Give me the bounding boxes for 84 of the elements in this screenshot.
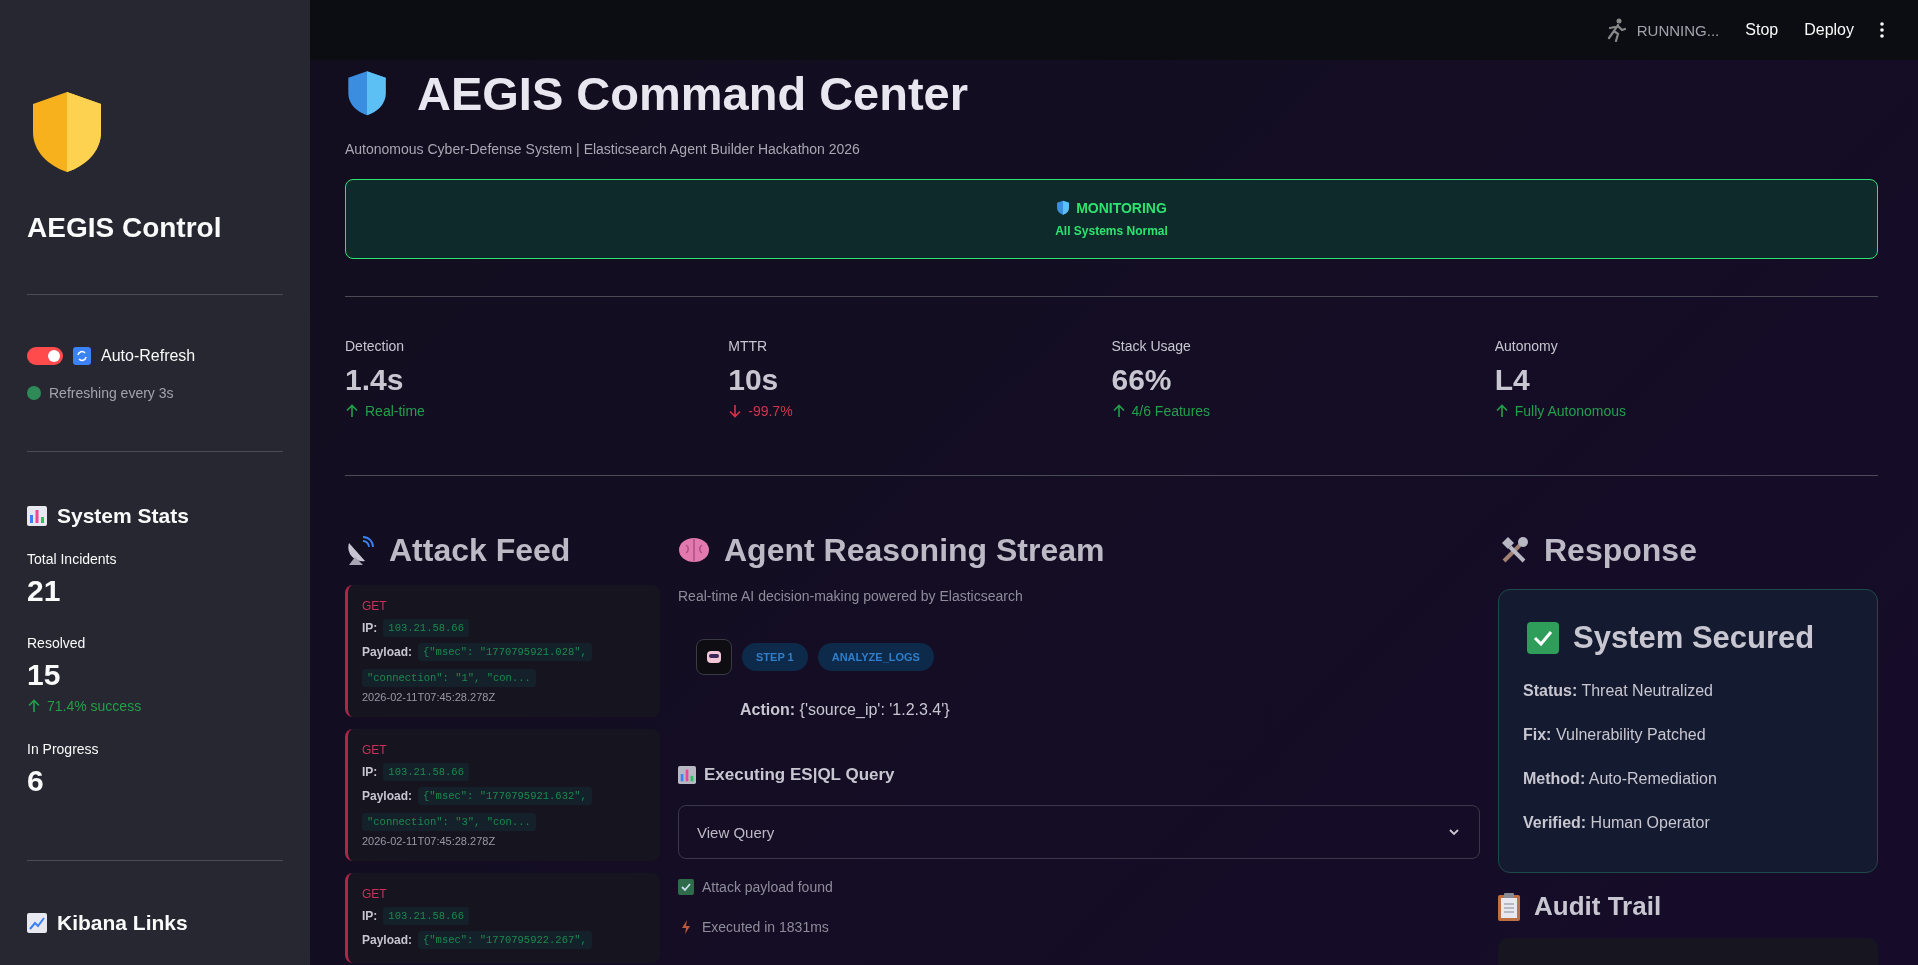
section-heading: System Stats [57, 504, 189, 528]
result-text: Executed in 1831ms [702, 919, 829, 935]
metric-value: 66% [1111, 363, 1173, 397]
metric-delta: 4/6 Features [1131, 403, 1211, 419]
card-title: System Secured [1573, 620, 1815, 656]
metric-label: Autonomy [1494, 338, 1558, 354]
ip-label: IP: [362, 621, 378, 635]
section-heading: Attack Feed [389, 532, 571, 569]
bar-chart-icon [678, 766, 696, 784]
auto-refresh-toggle[interactable] [27, 347, 63, 365]
arrow-down-icon [728, 404, 743, 418]
metric-delta: Fully Autonomous [1514, 403, 1627, 419]
stop-button[interactable]: Stop [1745, 17, 1779, 43]
refresh-status: Refreshing every 3s [49, 385, 174, 401]
metric-delta: Real-time [365, 403, 425, 419]
stat-value: 21 [27, 574, 62, 608]
arrow-up-icon [1494, 404, 1509, 418]
payload-label: Payload: [362, 645, 412, 659]
metric-value: 10s [728, 363, 780, 397]
response-detail: Status: Threat Neutralized [1523, 682, 1714, 700]
payload-code: "connection": "1", "con... [362, 669, 536, 687]
shield-icon [345, 69, 389, 118]
section-heading: Response [1544, 532, 1697, 569]
section-heading: Kibana Links [57, 911, 188, 935]
refresh-icon [73, 347, 91, 365]
payload-code: "connection": "3", "con... [362, 813, 536, 831]
running-status: RUNNING... [1636, 21, 1720, 39]
http-method: GET [362, 887, 388, 901]
step-badge: STEP 1 [742, 643, 808, 671]
more-menu-icon[interactable] [1880, 22, 1884, 38]
arrow-up-icon [27, 699, 41, 713]
ip-address: 103.21.58.66 [383, 907, 469, 925]
payload-code: {"msec": "1770795921.028", [418, 643, 592, 661]
response-detail: Method: Auto-Remediation [1523, 770, 1718, 788]
bar-chart-icon [27, 506, 47, 526]
subsection-heading: Executing ES|QL Query [704, 765, 895, 785]
metric-label: Stack Usage [1111, 338, 1191, 354]
ip-label: IP: [362, 765, 378, 779]
event-timestamp: 2026-02-11T07:45:28.278Z [362, 835, 497, 847]
clipboard-icon [1498, 892, 1520, 921]
http-method: GET [362, 743, 388, 757]
stat-value: 6 [27, 764, 45, 798]
view-query-expander[interactable]: View Query [678, 805, 1480, 859]
arrow-up-icon [345, 404, 359, 418]
auto-refresh-label: Auto-Refresh [101, 347, 196, 365]
deploy-button[interactable]: Deploy [1804, 17, 1854, 43]
result-text: Attack payload found [702, 879, 833, 895]
response-detail: Verified: Human Operator [1523, 814, 1711, 832]
banner-detail: All Systems Normal [1055, 224, 1168, 238]
checkmark-icon [678, 879, 694, 895]
ip-address: 103.21.58.66 [383, 763, 469, 781]
page-subtitle: Autonomous Cyber-Defense System | Elasticsearch Agent Builder Hackathon 2026 [345, 141, 861, 157]
payload-label: Payload: [362, 789, 412, 803]
metric-value: 1.4s [345, 363, 405, 397]
http-method: GET [362, 599, 388, 613]
step-badge: ANALYZE_LOGS [817, 643, 934, 671]
action-text: Action: {'source_ip': '1.2.3.4'} [739, 701, 951, 719]
stat-delta: 71.4% success [47, 698, 142, 714]
line-chart-icon [27, 913, 47, 933]
metric-label: Detection [345, 338, 405, 354]
ip-address: 103.21.58.66 [383, 619, 469, 637]
stat-label: Resolved [27, 635, 86, 651]
payload-code: {"msec": "1770795922.267", [418, 931, 592, 949]
section-heading: Audit Trail [1534, 891, 1662, 922]
metric-value: L4 [1494, 363, 1531, 397]
section-caption: Real-time AI decision-making powered by Elasticsearch [678, 588, 1023, 604]
satellite-dish-icon [345, 534, 375, 567]
payload-label: Payload: [362, 933, 412, 947]
metric-label: MTTR [728, 338, 768, 354]
stat-label: Total Incidents [27, 551, 117, 567]
stat-label: In Progress [27, 741, 99, 757]
shield-icon [1056, 200, 1071, 216]
section-heading: Agent Reasoning Stream [724, 532, 1105, 569]
response-detail: Fix: Vulnerability Patched [1523, 726, 1707, 744]
event-timestamp: 2026-02-11T07:45:28.278Z [362, 691, 497, 703]
sidebar-title: AEGIS Control [27, 212, 223, 244]
metric-delta: -99.7% [748, 403, 793, 419]
ip-label: IP: [362, 909, 378, 923]
arrow-up-icon [1111, 404, 1126, 418]
checkmark-icon [1527, 622, 1559, 654]
payload-code: {"msec": "1770795921.632", [418, 787, 592, 805]
stat-value: 15 [27, 658, 62, 692]
page-title: AEGIS Command Center [417, 66, 969, 121]
banner-status: MONITORING [1076, 200, 1167, 216]
